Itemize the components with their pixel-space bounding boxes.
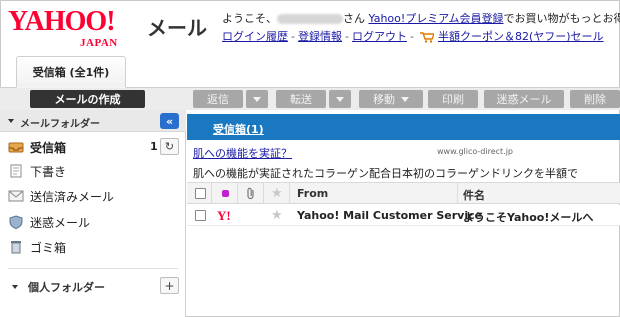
star-icon[interactable]: ★ [271, 209, 283, 222]
column-divider [237, 183, 238, 204]
move-label: 移動 [373, 93, 395, 106]
logout-link[interactable]: ログアウト [352, 30, 407, 43]
separator: - [291, 30, 295, 43]
greeting-prefix: ようこそ、 [222, 12, 277, 25]
chevron-down-icon [336, 96, 344, 102]
sidebar-item-label: 受信箱 [30, 140, 67, 155]
delete-button[interactable]: 削除 [570, 90, 620, 108]
collapse-sidebar-button[interactable]: « [160, 113, 179, 129]
sidebar-item-label: 迷惑メール [30, 215, 91, 230]
refresh-button[interactable]: ↻ [160, 138, 179, 155]
attachment-icon[interactable] [245, 187, 257, 200]
service-name: メール [147, 16, 207, 40]
compose-button[interactable]: メールの作成 [30, 90, 145, 108]
chevron-down-icon [8, 119, 14, 123]
column-divider [457, 183, 458, 204]
ad-text[interactable]: 肌への機能が実証されたコラーゲン配合日本初のコラーゲンドリンクを半額で [193, 165, 578, 181]
select-all-checkbox[interactable] [195, 188, 206, 199]
draft-icon [10, 164, 22, 178]
personal-folders-label: 個人フォルダー [28, 281, 105, 294]
move-button[interactable]: 移動 [359, 90, 423, 108]
message-from[interactable]: Yahoo! Mail Customer Service [297, 209, 482, 222]
spam-button[interactable]: 迷惑メール [484, 90, 564, 108]
column-divider [289, 183, 290, 204]
premium-link[interactable]: Yahoo!プレミアム会員登録 [369, 12, 504, 25]
folder-title-bar: 受信箱(1) [187, 114, 620, 140]
sidebar-item-drafts[interactable]: 下書き [8, 161, 66, 181]
tab-inbox[interactable]: 受信箱 (全1件) [16, 56, 126, 88]
premium-suffix: でお買い物がもっとお得に [503, 12, 620, 25]
chevron-down-icon [253, 96, 261, 102]
yahoo-logo[interactable]: YAHOO! JAPAN [8, 6, 138, 52]
username-redacted [277, 14, 343, 24]
sent-icon [8, 190, 24, 202]
coupon-link[interactable]: 半額クーポン＆82(ヤフー)セール [438, 30, 604, 43]
cart-icon [420, 31, 435, 43]
sidebar-item-label: 下書き [30, 164, 67, 179]
ad-headline[interactable]: 肌への機能を実証？ [193, 145, 292, 161]
chevron-down-icon [12, 285, 18, 289]
column-divider [263, 183, 264, 204]
sidebar-item-label: 送信済みメール [30, 189, 115, 204]
row-checkbox[interactable] [195, 210, 206, 221]
message-list-header: ★ From 件名 [187, 182, 620, 204]
sender-logo: Y! [217, 208, 231, 223]
column-from[interactable]: From [297, 187, 328, 200]
sidebar-divider [8, 268, 178, 269]
column-subject[interactable]: 件名 [463, 187, 485, 203]
shield-icon [9, 215, 23, 229]
ad-source: www.glico-direct.jp [437, 147, 514, 156]
reply-button[interactable]: 返信 [193, 90, 243, 108]
logo-subtext: JAPAN [80, 37, 118, 49]
account-links: ログイン履歴 - 登録情報 - ログアウト - 半額クーポン＆82(ヤフー)セール [222, 28, 604, 44]
sidebar-item-inbox[interactable]: 受信箱 [8, 137, 66, 157]
flag-column-icon[interactable] [222, 190, 229, 197]
unread-count: 1 [150, 140, 158, 153]
inbox-icon [8, 142, 24, 153]
logo-text: YAHOO! [8, 6, 116, 37]
trash-icon [11, 241, 21, 254]
folder-title[interactable]: 受信箱(1) [213, 121, 264, 137]
separator: - [409, 30, 414, 43]
add-folder-button[interactable]: + [160, 277, 179, 294]
star-column-icon[interactable]: ★ [271, 187, 283, 200]
message-subject[interactable]: ようこそYahoo!メールへ [463, 209, 593, 225]
sidebar-item-trash[interactable]: ゴミ箱 [8, 237, 66, 257]
print-button[interactable]: 印刷 [428, 90, 478, 108]
account-info-link[interactable]: 登録情報 [298, 30, 342, 43]
separator: - [344, 30, 349, 43]
greeting-suffix: さん [343, 12, 365, 25]
mail-folders-header[interactable]: メールフォルダー [0, 110, 186, 132]
greeting-line: ようこそ、 さん Yahoo!プレミアム会員登録でお買い物がもっとお得に [222, 10, 620, 26]
table-row[interactable]: Y! ★ Yahoo! Mail Customer Service ようこそYa… [187, 205, 620, 226]
column-divider [211, 183, 212, 204]
sidebar-item-spam[interactable]: 迷惑メール [8, 212, 90, 232]
ad-banner: 肌への機能を実証？ www.glico-direct.jp 肌への機能が実証され… [187, 140, 620, 182]
personal-folders-header[interactable]: 個人フォルダー [12, 279, 105, 295]
reply-options-button[interactable] [246, 90, 268, 108]
sidebar-item-label: ゴミ箱 [30, 240, 67, 255]
sidebar-item-sent[interactable]: 送信済みメール [8, 186, 114, 206]
chevron-down-icon [401, 96, 409, 102]
mail-folders-label: メールフォルダー [20, 119, 100, 130]
login-history-link[interactable]: ログイン履歴 [222, 30, 288, 43]
forward-options-button[interactable] [329, 90, 351, 108]
refresh-icon: ↻ [164, 140, 175, 153]
forward-button[interactable]: 転送 [276, 90, 326, 108]
